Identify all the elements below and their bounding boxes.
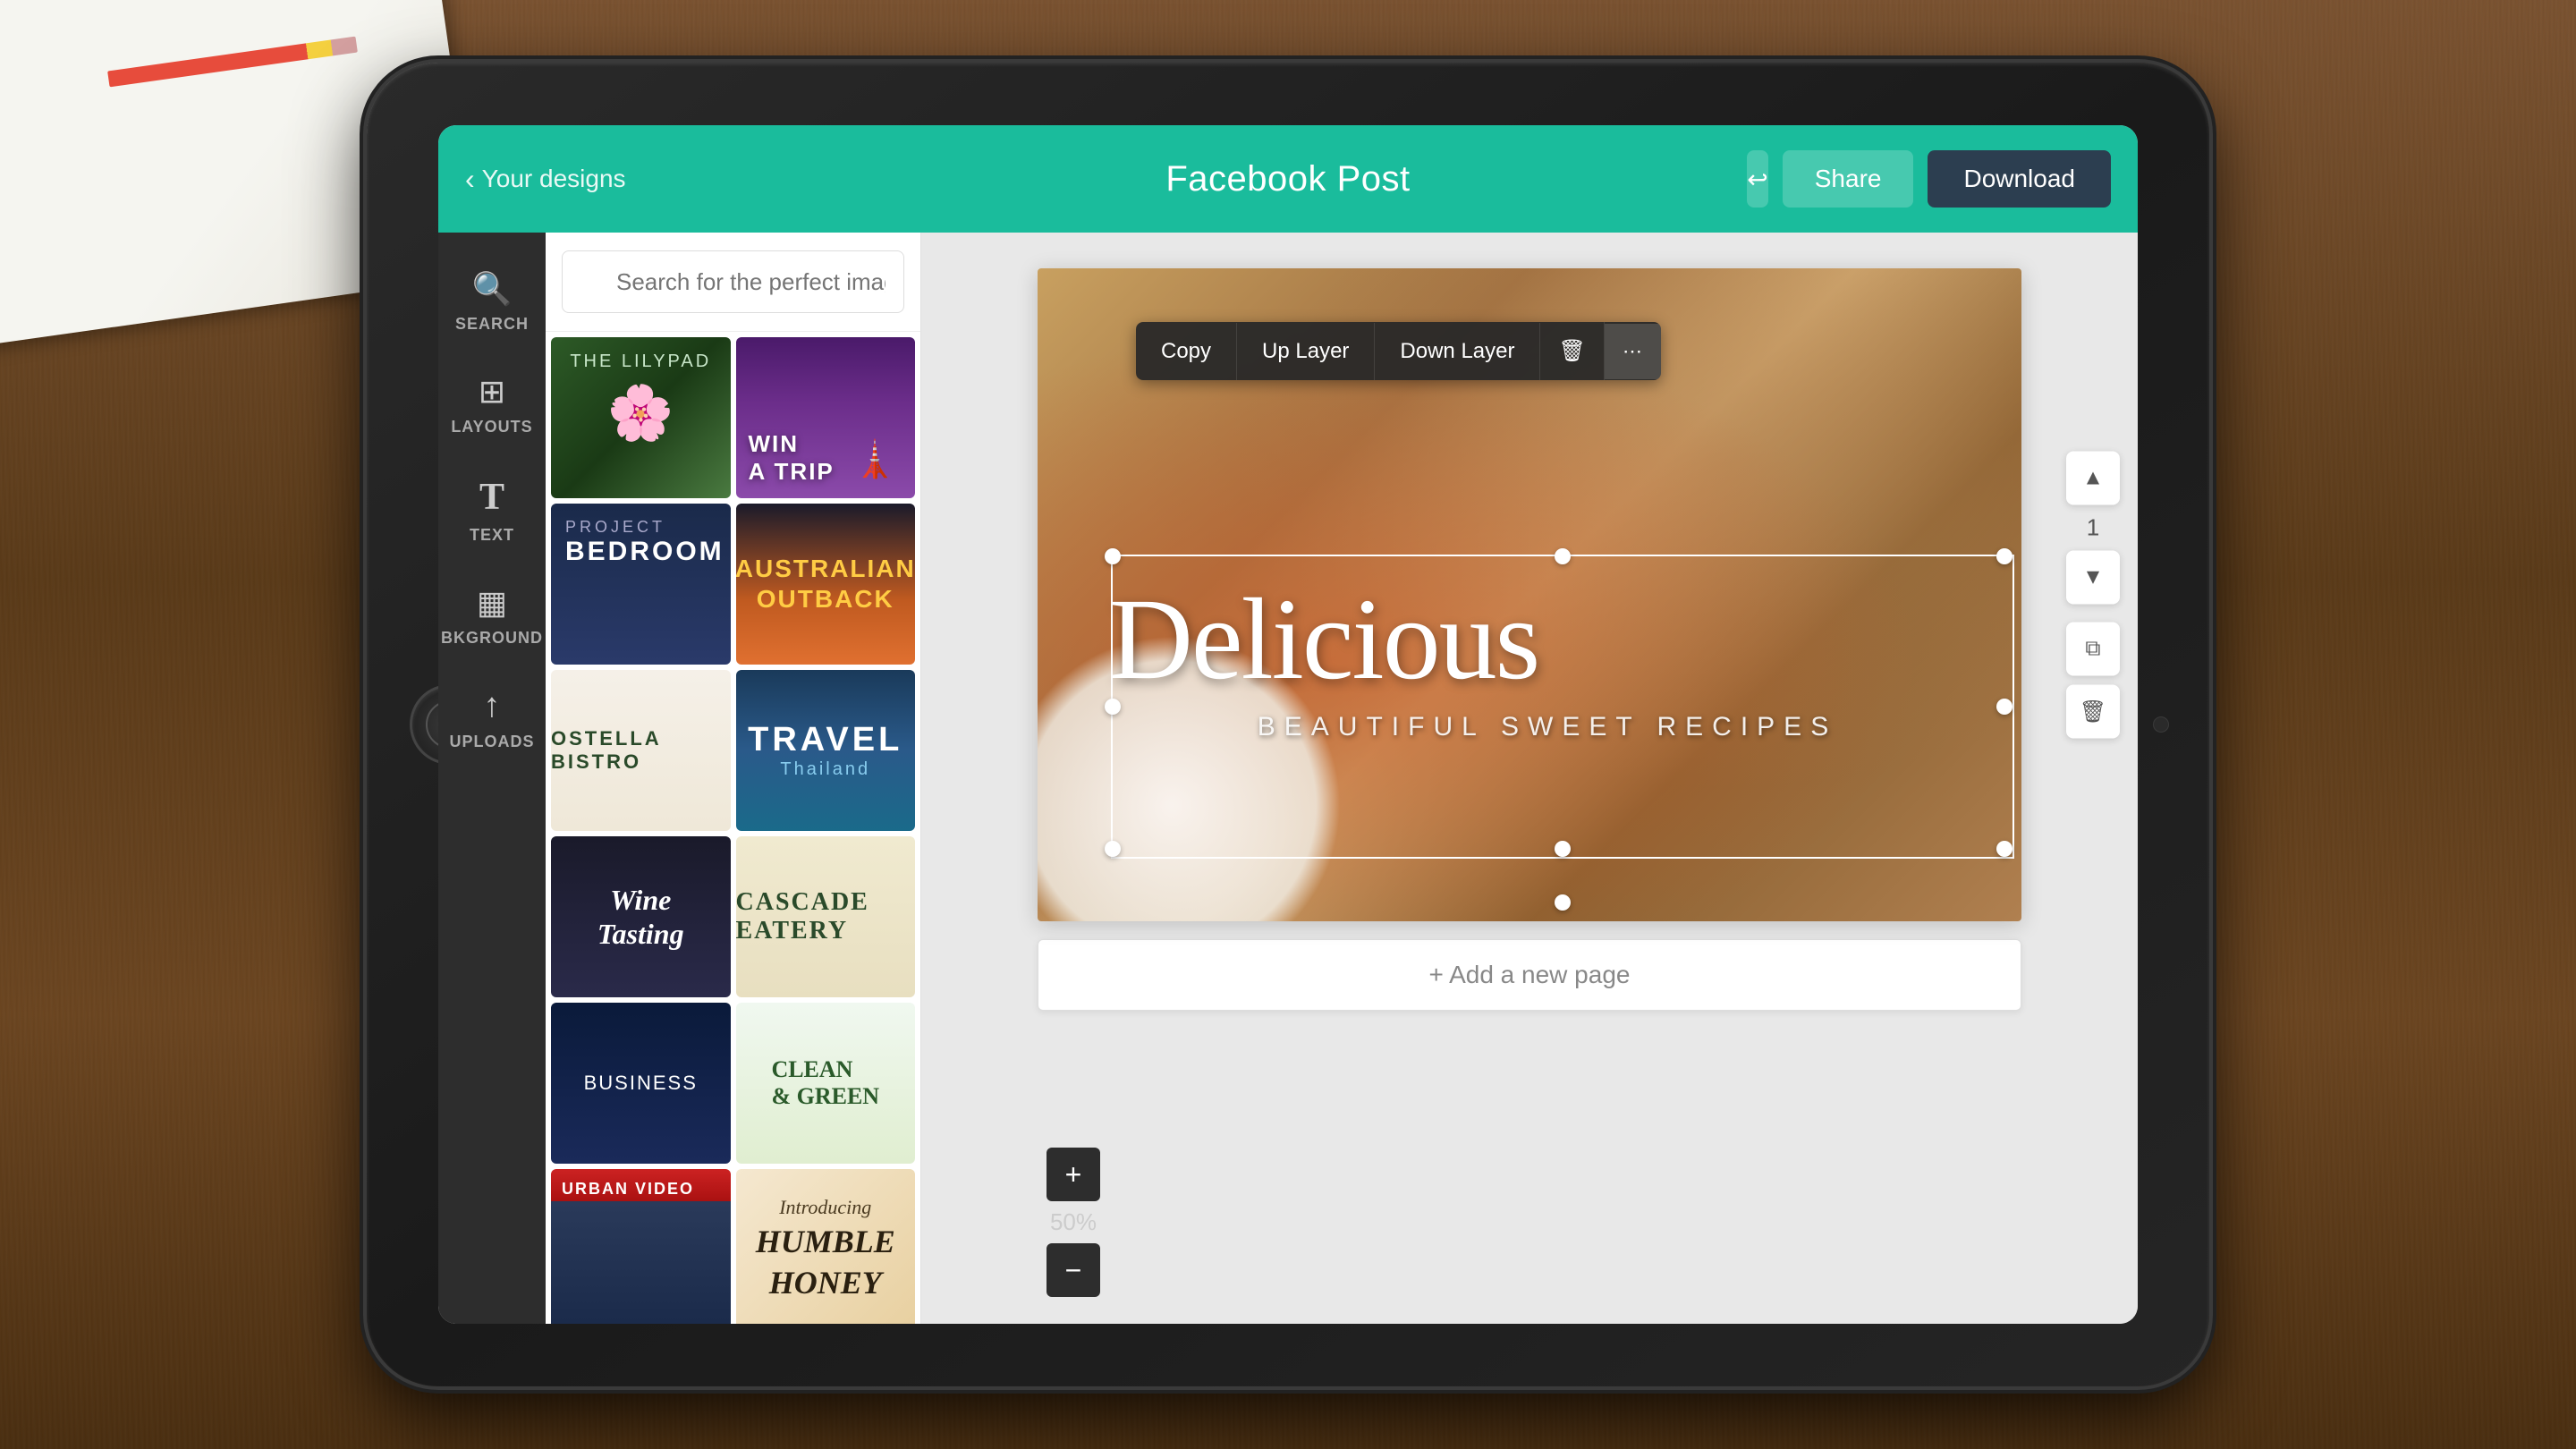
- template-business-title: BUSINESS: [584, 1072, 698, 1095]
- eiffel-tower-icon: 🗼: [852, 438, 897, 480]
- template-wintrip-title: WINA TRIP: [749, 430, 835, 486]
- background-tool-label: BKGROUND: [441, 629, 543, 648]
- app-container: ‹ Your designs Facebook Post ↩ Share Dow…: [438, 125, 2138, 1324]
- template-travel-title: TRAVEL: [748, 721, 902, 759]
- template-bedroom[interactable]: PROJECT BEDROOM: [551, 504, 731, 665]
- text-icon: T: [479, 476, 504, 519]
- canvas-wrapper: Copy Up Layer Down Layer 🗑 ⋯ Deliciou: [1038, 268, 2021, 921]
- sidebar-item-background[interactable]: ▦ BKGROUND: [438, 564, 546, 667]
- subtitle-text: BEAUTIFUL SWEET RECIPES: [1109, 712, 1986, 742]
- template-business[interactable]: BUSINESS: [551, 1003, 731, 1164]
- more-options-button[interactable]: ⋯: [1605, 324, 1661, 379]
- template-australia-title: AustralianOutback: [736, 554, 916, 614]
- template-bistro-title: OSTELLA BISTRO: [551, 727, 731, 774]
- header: ‹ Your designs Facebook Post ↩ Share Dow…: [438, 125, 2138, 233]
- uploads-tool-label: UPLOADS: [449, 733, 534, 751]
- main-content: 🔍 SEARCH ⊞ LAYOUTS T TEXT ▦ BKGROUND: [438, 233, 2138, 1324]
- sidebar-item-layouts[interactable]: ⊞ LAYOUTS: [438, 353, 546, 456]
- template-cleangreen[interactable]: CLEAN& GREEN: [736, 1003, 916, 1164]
- chevron-left-icon: ‹: [465, 163, 475, 196]
- templates-grid: THE LILYPAD 🌸 WINA TRIP 🗼 PROJECT BEDROO…: [546, 332, 920, 1324]
- page-title: Facebook Post: [751, 159, 1825, 199]
- text-tool-label: TEXT: [470, 526, 514, 545]
- template-lilypad-title: THE LILYPAD: [570, 352, 711, 372]
- template-travel[interactable]: TRAVEL Thailand: [736, 670, 916, 831]
- layer-up-button[interactable]: ▲: [2066, 452, 2120, 505]
- template-bedroom-title: BEDROOM: [565, 537, 716, 567]
- layouts-icon: ⊞: [479, 373, 505, 411]
- template-redheader-title: URBAN VIDEO: [562, 1180, 720, 1199]
- lilypad-flower-icon: 🌸: [607, 381, 674, 445]
- search-icon: 🔍: [472, 270, 513, 308]
- layouts-tool-label: LAYOUTS: [451, 418, 532, 436]
- templates-panel: 🔍 THE LILYPAD 🌸 WINA TRIP 🗼: [546, 233, 921, 1324]
- copy-button[interactable]: Copy: [1136, 323, 1237, 380]
- ipad-frame: ‹ Your designs Facebook Post ↩ Share Dow…: [367, 63, 2209, 1386]
- search-tool-label: SEARCH: [455, 315, 529, 334]
- layer-controls: ▲ 1 ▼ ⧉ 🗑: [2066, 452, 2120, 739]
- background-icon: ▦: [477, 584, 507, 622]
- layer-delete-button[interactable]: 🗑: [2066, 685, 2120, 739]
- search-input[interactable]: [562, 250, 904, 313]
- template-bedroom-subtitle: PROJECT: [565, 518, 716, 537]
- sidebar-item-uploads[interactable]: ↑ UPLOADS: [438, 667, 546, 771]
- sidebar-item-search[interactable]: 🔍 SEARCH: [438, 250, 546, 353]
- template-cascade-title: CASCADE EATERY: [736, 888, 916, 945]
- canvas-text-block[interactable]: Delicious BEAUTIFUL SWEET RECIPES: [1109, 581, 1986, 742]
- design-canvas[interactable]: Copy Up Layer Down Layer 🗑 ⋯ Deliciou: [1038, 268, 2021, 921]
- layer-number: 1: [2087, 514, 2099, 542]
- template-cleangreen-title: CLEAN& GREEN: [771, 1056, 879, 1110]
- add-page-button[interactable]: + Add a new page: [1038, 939, 2021, 1011]
- template-winetasting-title: WineTasting: [597, 883, 684, 952]
- template-lilypad[interactable]: THE LILYPAD 🌸: [551, 337, 731, 498]
- ipad-screen: ‹ Your designs Facebook Post ↩ Share Dow…: [438, 125, 2138, 1324]
- context-menu: Copy Up Layer Down Layer 🗑 ⋯: [1136, 322, 1661, 380]
- zoom-value: 50%: [1050, 1205, 1097, 1240]
- delete-button[interactable]: 🗑: [1540, 322, 1604, 380]
- zoom-in-button[interactable]: +: [1046, 1148, 1100, 1201]
- layer-down-button[interactable]: ▼: [2066, 551, 2120, 605]
- sidebar-tools: 🔍 SEARCH ⊞ LAYOUTS T TEXT ▦ BKGROUND: [438, 233, 546, 1324]
- back-button[interactable]: ‹ Your designs: [465, 163, 751, 196]
- canvas-area: + 50% − Copy Up: [921, 233, 2138, 1324]
- template-bistro[interactable]: OSTELLA BISTRO: [551, 670, 731, 831]
- uploads-icon: ↑: [484, 687, 501, 725]
- share-button[interactable]: Share: [1783, 150, 1914, 208]
- zoom-controls: + 50% −: [1029, 1148, 1118, 1297]
- more-icon: ⋯: [1623, 340, 1643, 363]
- template-redheader[interactable]: URBAN VIDEO: [551, 1169, 731, 1324]
- download-button[interactable]: Download: [1928, 150, 2111, 208]
- template-cascade[interactable]: CASCADE EATERY: [736, 836, 916, 997]
- delicious-text: Delicious: [1109, 581, 1986, 698]
- layer-copy-button[interactable]: ⧉: [2066, 623, 2120, 676]
- template-humble-title: IntroducingHUMBLEHONEY: [756, 1195, 895, 1304]
- zoom-out-button[interactable]: −: [1046, 1243, 1100, 1297]
- up-layer-button[interactable]: Up Layer: [1237, 323, 1375, 380]
- template-australia[interactable]: AustralianOutback: [736, 504, 916, 665]
- template-wintrip[interactable]: WINA TRIP 🗼: [736, 337, 916, 498]
- undo-button[interactable]: ↩: [1747, 150, 1767, 208]
- back-label: Your designs: [482, 165, 626, 193]
- template-humble[interactable]: IntroducingHUMBLEHONEY: [736, 1169, 916, 1324]
- template-winetasting[interactable]: WineTasting: [551, 836, 731, 997]
- sidebar-item-text[interactable]: T TEXT: [438, 456, 546, 564]
- template-travel-sub: Thailand: [780, 759, 870, 780]
- header-actions: ↩ Share Download: [1825, 150, 2111, 208]
- down-layer-button[interactable]: Down Layer: [1375, 323, 1540, 380]
- search-bar: 🔍: [546, 233, 920, 332]
- camera-dot: [2153, 716, 2169, 733]
